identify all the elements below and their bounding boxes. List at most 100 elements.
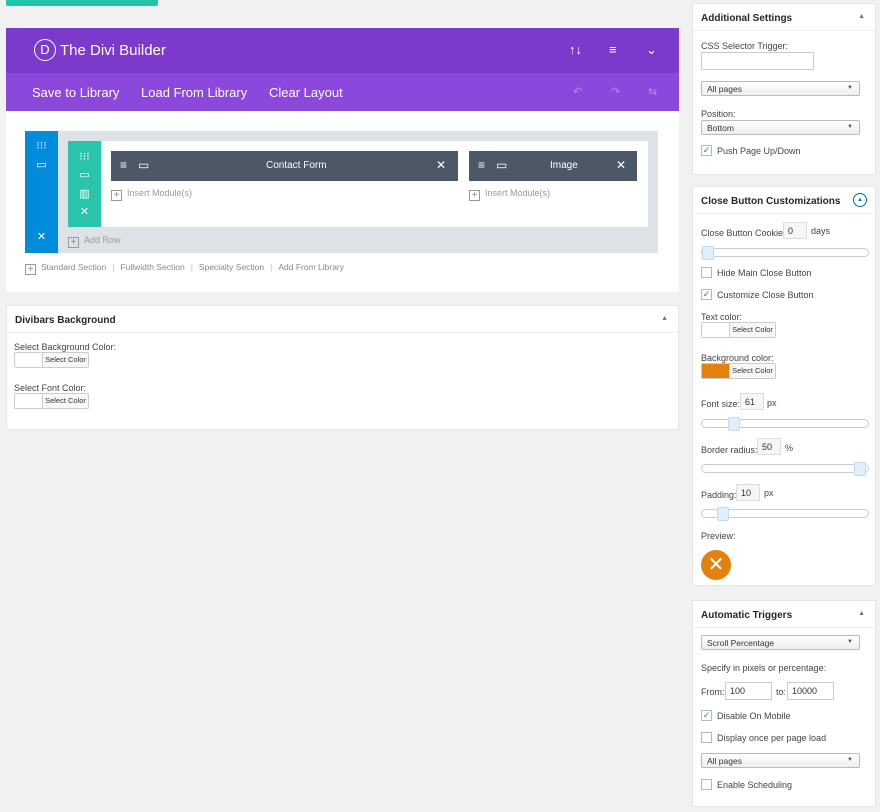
hide-close-checkbox[interactable] (701, 267, 712, 278)
insert-module-button[interactable]: + Insert Module(s) (111, 188, 192, 201)
module-label: Image (550, 160, 578, 171)
close-preview-icon: ✕ (701, 550, 731, 580)
module-menu-icon[interactable]: ≡ (478, 158, 485, 172)
builder-toolbar: Save to Library Load From Library Clear … (6, 73, 679, 111)
plus-icon: + (111, 190, 122, 201)
text-color-picker[interactable]: Select Color (701, 322, 776, 338)
history-icon[interactable]: ⇆ (648, 85, 657, 98)
padding-input[interactable]: 10 (736, 484, 760, 501)
font-color-label: Select Font Color: (14, 383, 87, 393)
slider-thumb[interactable] (702, 246, 714, 260)
caret-up-icon[interactable]: ▲ (858, 610, 865, 617)
background-panel: Divibars Background ▲ Select Background … (6, 305, 679, 430)
section-delete-icon[interactable]: ✕ (25, 231, 58, 243)
section-controls: ⁝⁝⁝ ▭ ✕ (25, 131, 58, 253)
panel-title: Divibars Background ▲ (7, 306, 678, 333)
top-green-button[interactable] (6, 0, 158, 6)
border-radius-unit: % (785, 443, 794, 453)
module-menu-icon[interactable]: ≡ (120, 158, 127, 172)
close-button-panel: Close Button Customizations ▲ Close Butt… (692, 186, 876, 586)
row-move-icon[interactable]: ⁝⁝⁝ (68, 151, 101, 163)
redo-icon[interactable]: ↷ (611, 85, 620, 98)
caret-up-icon[interactable]: ▲ (858, 13, 865, 20)
preview-label: Preview: (701, 531, 736, 541)
trigger-type-select[interactable]: Scroll Percentage ▼ (701, 635, 860, 650)
section-links: + Standard Section | Fullwidth Section | Spec… (25, 262, 344, 275)
builder-header: D The Divi Builder ↑↓ ≡ ⌄ (6, 28, 679, 73)
hide-close-label: Hide Main Close Button (717, 268, 812, 278)
border-radius-label: Border radius: (701, 445, 758, 455)
specialty-section-link[interactable]: Specialty Section (199, 262, 264, 272)
border-radius-input[interactable]: 50 (757, 438, 781, 455)
section-settings-icon[interactable]: ▭ (25, 159, 58, 171)
module-contact-form[interactable]: ≡ ▭ Contact Form ✕ (111, 151, 458, 181)
section-move-icon[interactable]: ⁝⁝⁝ (25, 140, 58, 152)
font-size-slider[interactable] (701, 417, 869, 431)
menu-icon[interactable]: ≡ (609, 42, 617, 57)
row-columns-icon[interactable]: ▥ (68, 188, 101, 200)
cookie-input[interactable]: 0 (783, 222, 807, 239)
cookie-unit: days (811, 226, 831, 236)
text-color-label: Text color: (701, 312, 743, 322)
cookie-slider[interactable] (701, 246, 869, 260)
pages-select[interactable]: All pages ▼ (701, 81, 860, 96)
collapse-toggle-icon[interactable]: ▲ (853, 193, 867, 207)
undo-icon[interactable]: ↶ (573, 85, 582, 98)
module-image[interactable]: ≡ ▭ Image ✕ (469, 151, 637, 181)
module-settings-icon[interactable]: ▭ (496, 158, 507, 172)
fullwidth-section-link[interactable]: Fullwidth Section (120, 262, 184, 272)
dropdown-arrow-icon: ▼ (847, 639, 853, 645)
dropdown-arrow-icon: ▼ (847, 757, 853, 763)
divi-builder: D The Divi Builder ↑↓ ≡ ⌄ Save to Librar… (6, 28, 679, 292)
scheduling-checkbox[interactable] (701, 779, 712, 790)
border-radius-slider[interactable] (701, 462, 869, 476)
module-delete-icon[interactable]: ✕ (616, 158, 626, 172)
close-bg-color-picker[interactable]: Select Color (701, 363, 776, 379)
builder-row: ⁝⁝⁝ ▭ ▥ ✕ ≡ ▭ Contact Form ✕ ≡ ▭ Image ✕… (68, 141, 648, 227)
position-label: Position: (701, 109, 736, 119)
font-color-picker[interactable]: Select Color (14, 393, 89, 409)
plus-icon: + (25, 264, 36, 275)
push-page-checkbox[interactable]: ✓ (701, 145, 712, 156)
css-selector-label: CSS Selector Trigger: (701, 41, 789, 51)
dropdown-arrow-icon: ▼ (847, 124, 853, 130)
module-delete-icon[interactable]: ✕ (436, 158, 446, 172)
slider-thumb[interactable] (728, 417, 740, 431)
font-size-unit: px (767, 398, 777, 408)
additional-settings-panel: Additional Settings ▲ CSS Selector Trigg… (692, 3, 876, 175)
module-settings-icon[interactable]: ▭ (138, 158, 149, 172)
chevron-down-icon[interactable]: ⌄ (646, 42, 657, 58)
css-selector-input[interactable] (701, 52, 814, 70)
plus-icon: + (469, 190, 480, 201)
standard-section-link[interactable]: Standard Section (41, 262, 106, 272)
load-from-library-button[interactable]: Load From Library (141, 85, 247, 100)
clear-layout-button[interactable]: Clear Layout (269, 85, 343, 100)
caret-up-icon[interactable]: ▲ (661, 315, 668, 322)
from-label: From: (701, 687, 725, 697)
row-settings-icon[interactable]: ▭ (68, 169, 101, 181)
font-size-input[interactable]: 61 (740, 393, 764, 410)
trigger-pages-select[interactable]: All pages ▼ (701, 753, 860, 768)
bg-color-picker[interactable]: Select Color (14, 352, 89, 368)
bg-color-label: Background color: (701, 353, 774, 363)
save-to-library-button[interactable]: Save to Library (32, 85, 119, 100)
slider-thumb[interactable] (854, 462, 866, 476)
display-once-checkbox[interactable] (701, 732, 712, 743)
insert-module-button[interactable]: + Insert Module(s) (469, 188, 550, 201)
customize-close-checkbox[interactable]: ✓ (701, 289, 712, 300)
row-delete-icon[interactable]: ✕ (68, 206, 101, 218)
row-controls: ⁝⁝⁝ ▭ ▥ ✕ (68, 141, 101, 227)
padding-slider[interactable] (701, 507, 869, 521)
add-from-library-link[interactable]: Add From Library (278, 262, 344, 272)
position-select[interactable]: Bottom ▼ (701, 120, 860, 135)
sort-arrows-icon[interactable]: ↑↓ (569, 42, 582, 57)
disable-mobile-checkbox[interactable]: ✓ (701, 710, 712, 721)
customize-close-label: Customize Close Button (717, 290, 814, 300)
slider-thumb[interactable] (717, 507, 729, 521)
specify-label: Specify in pixels or percentage: (701, 663, 827, 673)
to-input[interactable]: 10000 (787, 682, 834, 700)
add-row-button[interactable]: + Add Row (68, 235, 121, 248)
builder-title: The Divi Builder (60, 42, 166, 59)
from-input[interactable]: 100 (725, 682, 772, 700)
display-once-label: Display once per page load (717, 733, 827, 743)
